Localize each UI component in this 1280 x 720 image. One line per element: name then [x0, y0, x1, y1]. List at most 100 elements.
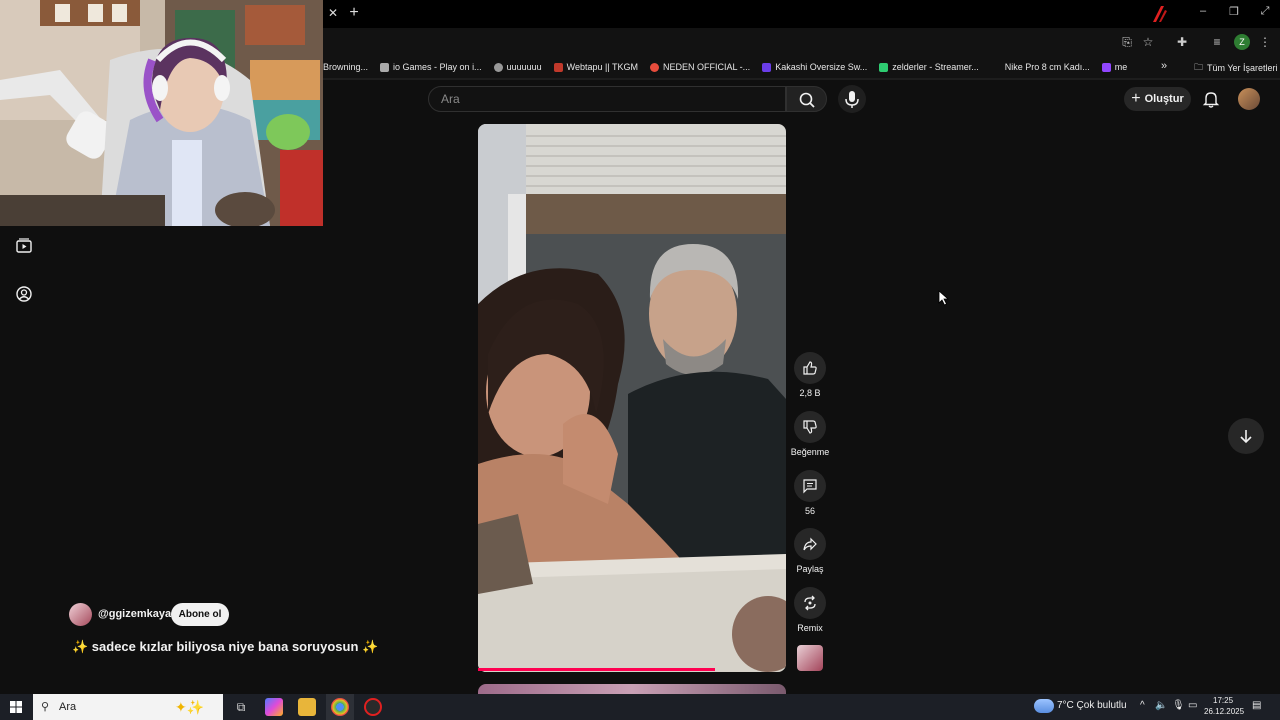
bookmark-item[interactable]: Webtapu || TKGM [553, 62, 638, 72]
toolbar-divider [323, 78, 1280, 80]
bookmark-label: me [1114, 62, 1128, 72]
create-button[interactable]: + Oluştur [1124, 87, 1191, 111]
dislike-action[interactable]: Beğenme [790, 411, 830, 457]
menu-dots-icon[interactable]: ⋮ [1257, 34, 1273, 50]
volume-icon[interactable]: 🔈 [1155, 700, 1167, 711]
profile-avatar[interactable]: Z [1234, 34, 1250, 50]
channel-handle[interactable]: @ggizemkaya [98, 608, 171, 620]
plus-icon: + [1131, 90, 1141, 107]
comments-action[interactable]: 56 [790, 470, 830, 516]
close-tab-icon[interactable]: ✕ [325, 4, 341, 22]
remix-action[interactable]: Remix [790, 587, 830, 633]
file-explorer-icon[interactable] [298, 698, 316, 716]
subscriptions-icon[interactable] [15, 237, 33, 255]
like-action[interactable]: 2,8 B [790, 352, 830, 398]
all-bookmarks-label: Tüm Yer İşaretleri [1207, 63, 1278, 73]
share-button[interactable] [794, 528, 826, 560]
subscribe-button[interactable]: Abone ol [171, 603, 229, 626]
share-action[interactable]: Paylaş [790, 528, 830, 574]
shorts-video-player[interactable] [478, 124, 786, 672]
bookmark-label: Kakashi Oversize Sw... [775, 62, 868, 72]
network-icon[interactable]: ▭ [1188, 700, 1197, 711]
bookmark-item[interactable]: io Games - Play on i... [380, 62, 482, 72]
bookmark-item[interactable]: Browning... [323, 62, 368, 72]
search-input[interactable]: Ara [428, 86, 786, 112]
windows-start-icon[interactable] [10, 701, 22, 713]
taskbar-search-input[interactable]: ⚲ Ara ✦✨ [33, 694, 223, 720]
notifications-bell-icon[interactable] [1201, 89, 1221, 109]
share-label: Paylaş [796, 564, 824, 574]
more-bookmarks-icon[interactable]: » [1161, 60, 1167, 72]
window-close-icon[interactable]: ⤢ [1257, 5, 1273, 18]
microphone-icon [845, 91, 859, 108]
streaming-app-icon[interactable] [364, 698, 382, 716]
webcam-overlay [0, 0, 323, 226]
mic-tray-icon[interactable]: 🎙 [1172, 700, 1185, 711]
weather-text[interactable]: 7°C Çok bulutlu [1057, 700, 1127, 711]
media-control-icon[interactable]: ≡ [1209, 34, 1225, 50]
clock-time[interactable]: 17:25 [1213, 696, 1233, 705]
bookmark-label: uuuuuuu [506, 62, 542, 72]
bookmark-item[interactable]: NEDEN OFFICIAL -... [650, 62, 750, 72]
bookmark-label: Browning... [323, 62, 369, 72]
new-tab-icon[interactable]: + [345, 3, 363, 23]
channel-avatar[interactable] [69, 603, 92, 626]
bookmark-favicon-icon [380, 62, 390, 72]
video-caption: ✨ sadece kızlar biliyosa niye bana soruy… [72, 639, 379, 654]
comment-icon [803, 479, 817, 494]
remix-label: Remix [797, 623, 823, 633]
search-icon [799, 92, 815, 108]
audio-source-thumbnail[interactable] [797, 645, 823, 671]
next-video-button[interactable] [1228, 418, 1264, 454]
restore-icon[interactable]: ❐ [1226, 5, 1242, 18]
like-button[interactable] [794, 352, 826, 384]
arrow-down-icon [1240, 430, 1252, 444]
bookmark-star-icon[interactable]: ☆ [1140, 34, 1156, 50]
bookmark-label: Webtapu || TKGM [566, 62, 638, 72]
bookmark-item[interactable]: uuuuuuu [493, 62, 542, 72]
red-brand-icon [1153, 6, 1167, 22]
search-button[interactable] [786, 86, 827, 112]
bookmark-label: zelderler - Streamer... [892, 62, 979, 72]
account-avatar[interactable] [1238, 88, 1260, 110]
comment-count: 56 [804, 506, 815, 516]
screen: ✕ + ‒ ❐ ⤢ ⎘ ☆ ✚ ≡ Z ⋮ Browning... io Gam… [0, 0, 1280, 720]
task-view-icon[interactable]: ⧉ [232, 698, 250, 716]
remix-icon [804, 595, 816, 611]
all-bookmarks-folder[interactable]: 🗀 Tüm Yer İşaretleri [1194, 60, 1278, 76]
copilot-icon[interactable] [265, 698, 283, 716]
dislike-label: Beğenme [790, 447, 830, 457]
taskbar-search-placeholder: Ara [59, 701, 77, 713]
video-progress-bar[interactable] [478, 668, 715, 671]
voice-search-button[interactable] [838, 85, 866, 113]
bookmark-favicon-icon [493, 62, 503, 72]
bookmark-item[interactable]: zelderler - Streamer... [879, 62, 979, 72]
extensions-icon[interactable]: ✚ [1174, 34, 1190, 50]
active-app-underline [326, 694, 354, 720]
bookmark-favicon-icon [762, 62, 772, 72]
install-app-icon[interactable]: ⎘ [1119, 34, 1135, 50]
browser-toolbar: ⎘ ☆ ✚ ≡ Z ⋮ [323, 28, 1280, 56]
bookmark-label: Nike Pro 8 cm Kadı... [1004, 62, 1090, 72]
bookmark-favicon-icon [879, 62, 889, 72]
you-account-icon[interactable] [15, 285, 33, 303]
bookmark-item[interactable]: Nike Pro 8 cm Kadı... [1005, 62, 1090, 72]
folder-icon: 🗀 [1194, 62, 1204, 72]
bookmark-label: NEDEN OFFICIAL -... [663, 62, 751, 72]
thumbs-down-icon [803, 420, 817, 434]
clock-date[interactable]: 26.12.2025 [1204, 707, 1244, 716]
minimize-icon[interactable]: ‒ [1195, 5, 1211, 17]
browser-tab-strip: ✕ + ‒ ❐ ⤢ [323, 0, 1280, 28]
dislike-button[interactable] [794, 411, 826, 443]
remix-button[interactable] [794, 587, 826, 619]
bookmark-item[interactable]: Kakashi Oversize Sw... [762, 62, 867, 72]
bookmark-label: io Games - Play on i... [393, 62, 482, 72]
like-count: 2,8 B [799, 388, 821, 398]
notification-center-icon[interactable]: ▤ [1252, 700, 1261, 711]
tray-overflow-icon[interactable]: ^ [1140, 700, 1145, 711]
comments-button[interactable] [794, 470, 826, 502]
bookmark-item[interactable]: me [1101, 62, 1128, 72]
share-arrow-icon [803, 537, 817, 551]
weather-cloud-icon [1034, 699, 1054, 713]
bookmark-favicon-icon [1101, 62, 1111, 72]
